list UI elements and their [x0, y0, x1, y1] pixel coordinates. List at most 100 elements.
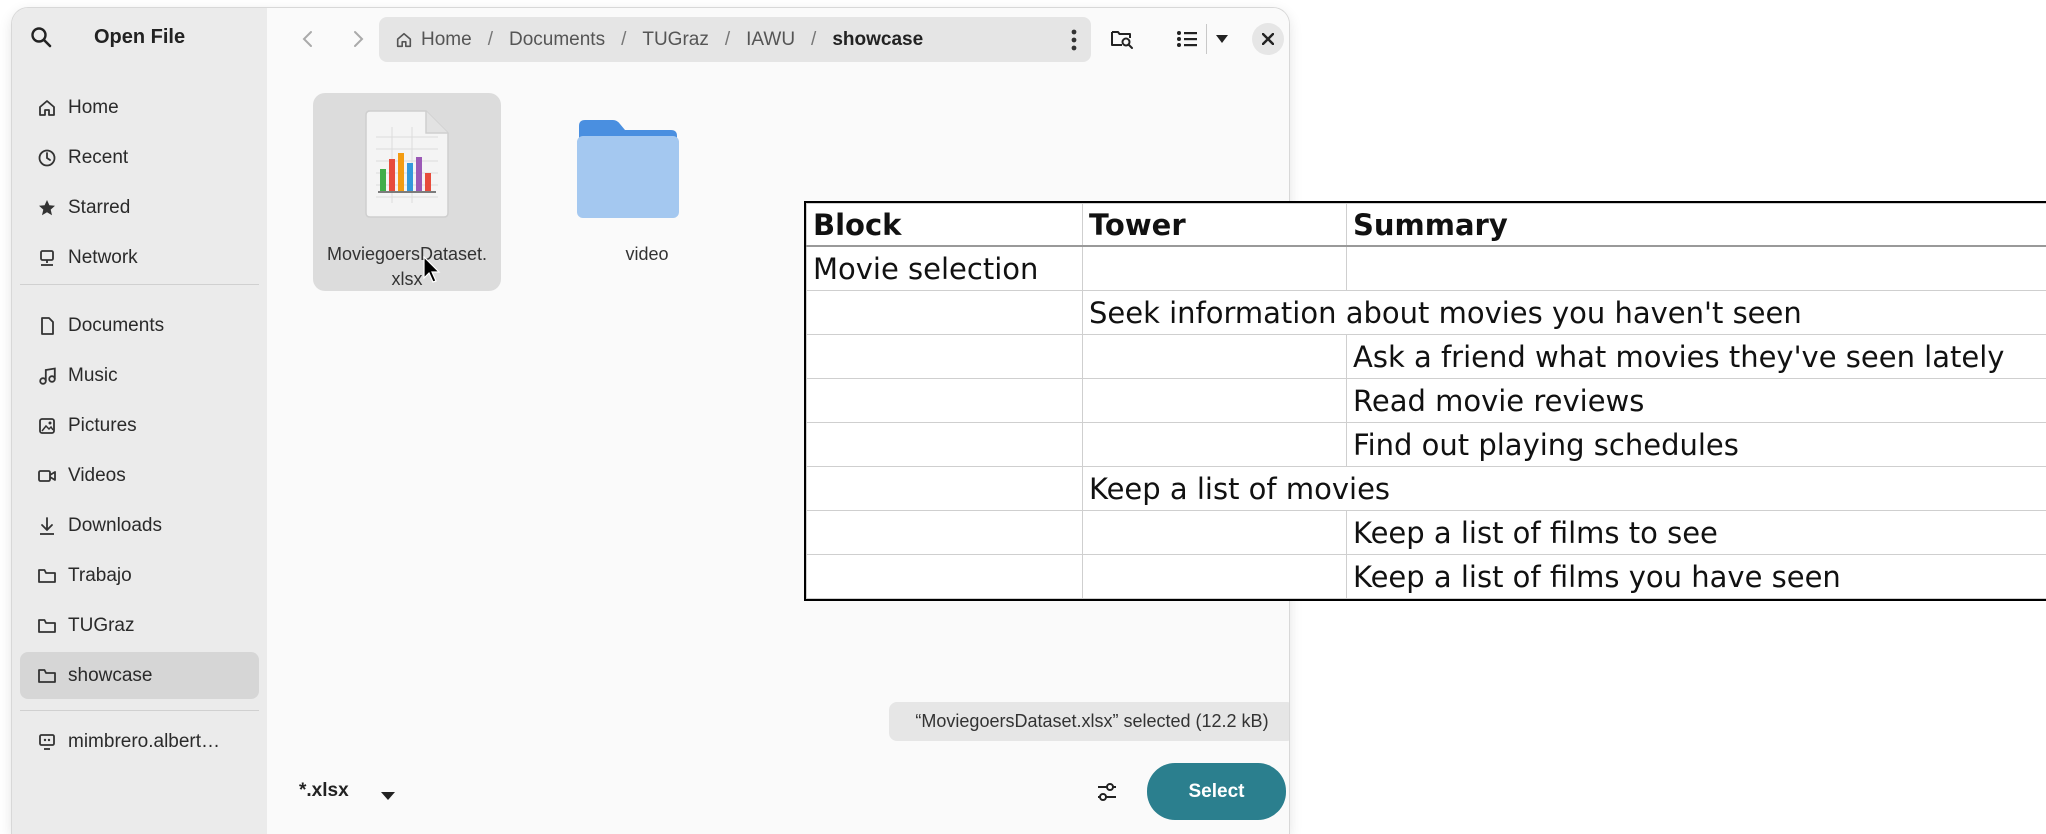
table-cell	[806, 290, 1083, 335]
list-view-icon	[1177, 31, 1197, 47]
sidebar-item-downloads[interactable]: Downloads	[20, 502, 259, 549]
table-cell: Movie selection	[806, 245, 1083, 291]
folder-icon	[36, 615, 58, 637]
table-cell	[1082, 378, 1347, 423]
table-row: Keep a list of movies	[806, 466, 2046, 511]
sidebar-item-trabajo[interactable]: Trabajo	[20, 552, 259, 599]
sidebar-item-videos[interactable]: Videos	[20, 452, 259, 499]
view-options-dropdown[interactable]	[1210, 24, 1234, 54]
table-row: Keep a list of films to see	[806, 510, 2046, 555]
sidebar-header: Open File	[12, 8, 267, 70]
breadcrumb-separator: /	[487, 28, 493, 50]
file-name: video	[625, 244, 669, 264]
table-cell: Keep a list of films you have seen	[1346, 554, 2046, 599]
dialog-title: Open File	[93, 26, 186, 48]
table-cell	[1082, 422, 1347, 467]
table-cell	[806, 466, 1083, 511]
table-header-row: Block Tower Summary	[806, 203, 2046, 247]
back-button[interactable]	[290, 24, 326, 54]
sidebar-item-home[interactable]: Home	[20, 84, 259, 131]
column-header: Tower	[1082, 203, 1347, 247]
breadcrumb-separator: /	[724, 28, 731, 50]
file-item-moviegoers[interactable]: MoviegoersDataset. xlsx	[313, 93, 501, 291]
file-type-filter-label[interactable]: *.xlsx	[299, 780, 349, 802]
home-icon	[395, 31, 413, 49]
data-table: Block Tower Summary Movie selection Seek…	[806, 203, 2046, 599]
header-bar: Home / Documents / TUGraz / IAWU / showc…	[267, 8, 1289, 70]
table-cell: Seek information about movies you haven'…	[1082, 290, 2046, 335]
sidebar-item-label: mimbrero.albert…	[68, 730, 221, 752]
sidebar-item-label: Trabajo	[68, 564, 132, 586]
video-icon	[36, 465, 58, 487]
table-cell: Ask a friend what movies they've seen la…	[1346, 334, 2046, 379]
star-icon	[36, 197, 58, 219]
settings-sliders-icon	[1098, 783, 1116, 801]
more-options-button[interactable]	[1071, 29, 1077, 51]
breadcrumb-documents[interactable]: Documents	[509, 29, 605, 51]
sidebar: Open File Home Recent Starred Network Do…	[12, 8, 267, 834]
table-row: Seek information about movies you haven'…	[806, 290, 2046, 335]
table-cell	[1082, 510, 1347, 555]
breadcrumb-home[interactable]: Home	[421, 29, 472, 51]
sidebar-item-starred[interactable]: Starred	[20, 184, 259, 231]
path-bar: Home / Documents / TUGraz / IAWU / showc…	[379, 17, 1091, 62]
table-cell	[1346, 245, 2046, 291]
sidebar-item-label: TUGraz	[68, 614, 135, 636]
overlay-table-panel: Block Tower Summary Movie selection Seek…	[804, 201, 2046, 601]
table-cell: Keep a list of movies	[1082, 466, 2046, 511]
toolbar-divider	[1206, 24, 1207, 54]
sidebar-item-label: Starred	[68, 196, 131, 218]
chevron-left-icon	[302, 31, 312, 47]
clock-icon	[36, 147, 58, 169]
document-icon	[36, 315, 58, 337]
sidebar-item-tugraz[interactable]: TUGraz	[20, 602, 259, 649]
sidebar-item-label: showcase	[68, 664, 153, 686]
sidebar-item-network[interactable]: Network	[20, 234, 259, 281]
table-cell	[1082, 554, 1347, 599]
sidebar-item-remote-computer[interactable]: mimbrero.albert…	[20, 718, 259, 765]
table-cell	[806, 422, 1083, 467]
download-icon	[36, 515, 58, 537]
sidebar-item-pictures[interactable]: Pictures	[20, 402, 259, 449]
sidebar-item-documents[interactable]: Documents	[20, 302, 259, 349]
file-item-video-folder[interactable]: video	[553, 93, 741, 291]
music-icon	[36, 365, 58, 387]
sidebar-item-label: Music	[68, 364, 118, 386]
file-name-line-2: xlsx	[391, 269, 423, 289]
table-cell	[806, 510, 1083, 555]
file-type-filter-dropdown[interactable]	[380, 788, 396, 806]
table-row: Find out playing schedules	[806, 422, 2046, 467]
forward-button[interactable]	[340, 24, 376, 54]
breadcrumb-showcase[interactable]: showcase	[832, 29, 923, 51]
select-button[interactable]: Select	[1147, 763, 1286, 820]
preferences-button[interactable]	[1096, 781, 1118, 808]
folder-icon	[36, 565, 58, 587]
search-location-button[interactable]	[1105, 24, 1139, 54]
breadcrumb-separator: /	[621, 28, 627, 50]
sidebar-item-music[interactable]: Music	[20, 352, 259, 399]
column-header: Block	[806, 203, 1083, 247]
view-list-button[interactable]	[1172, 24, 1202, 54]
table-cell: Read movie reviews	[1346, 378, 2046, 423]
chevron-right-icon	[354, 31, 364, 47]
breadcrumb-separator: /	[811, 28, 817, 50]
close-button[interactable]	[1252, 23, 1284, 55]
sidebar-item-showcase[interactable]: showcase	[20, 652, 259, 699]
kebab-menu-icon	[1071, 29, 1077, 50]
sidebar-item-label: Documents	[68, 314, 165, 336]
sidebar-item-label: Home	[68, 96, 119, 118]
triangle-down-icon	[381, 792, 395, 800]
sidebar-item-label: Recent	[68, 146, 129, 168]
breadcrumb-tugraz[interactable]: TUGraz	[642, 29, 709, 51]
mouse-cursor-icon	[423, 256, 441, 283]
table-row: Movie selection	[806, 245, 2046, 291]
sidebar-item-recent[interactable]: Recent	[20, 134, 259, 181]
breadcrumb-iawu[interactable]: IAWU	[746, 29, 795, 51]
table-cell: Keep a list of films to see	[1346, 510, 2046, 555]
table-cell	[806, 334, 1083, 379]
selection-status: “MoviegoersDataset.xlsx” selected (12.2 …	[889, 702, 1289, 741]
sidebar-divider	[20, 284, 259, 285]
table-row: Keep a list of films you have seen	[806, 554, 2046, 599]
column-header: Summary	[1346, 203, 2046, 247]
table-cell	[1082, 245, 1347, 291]
